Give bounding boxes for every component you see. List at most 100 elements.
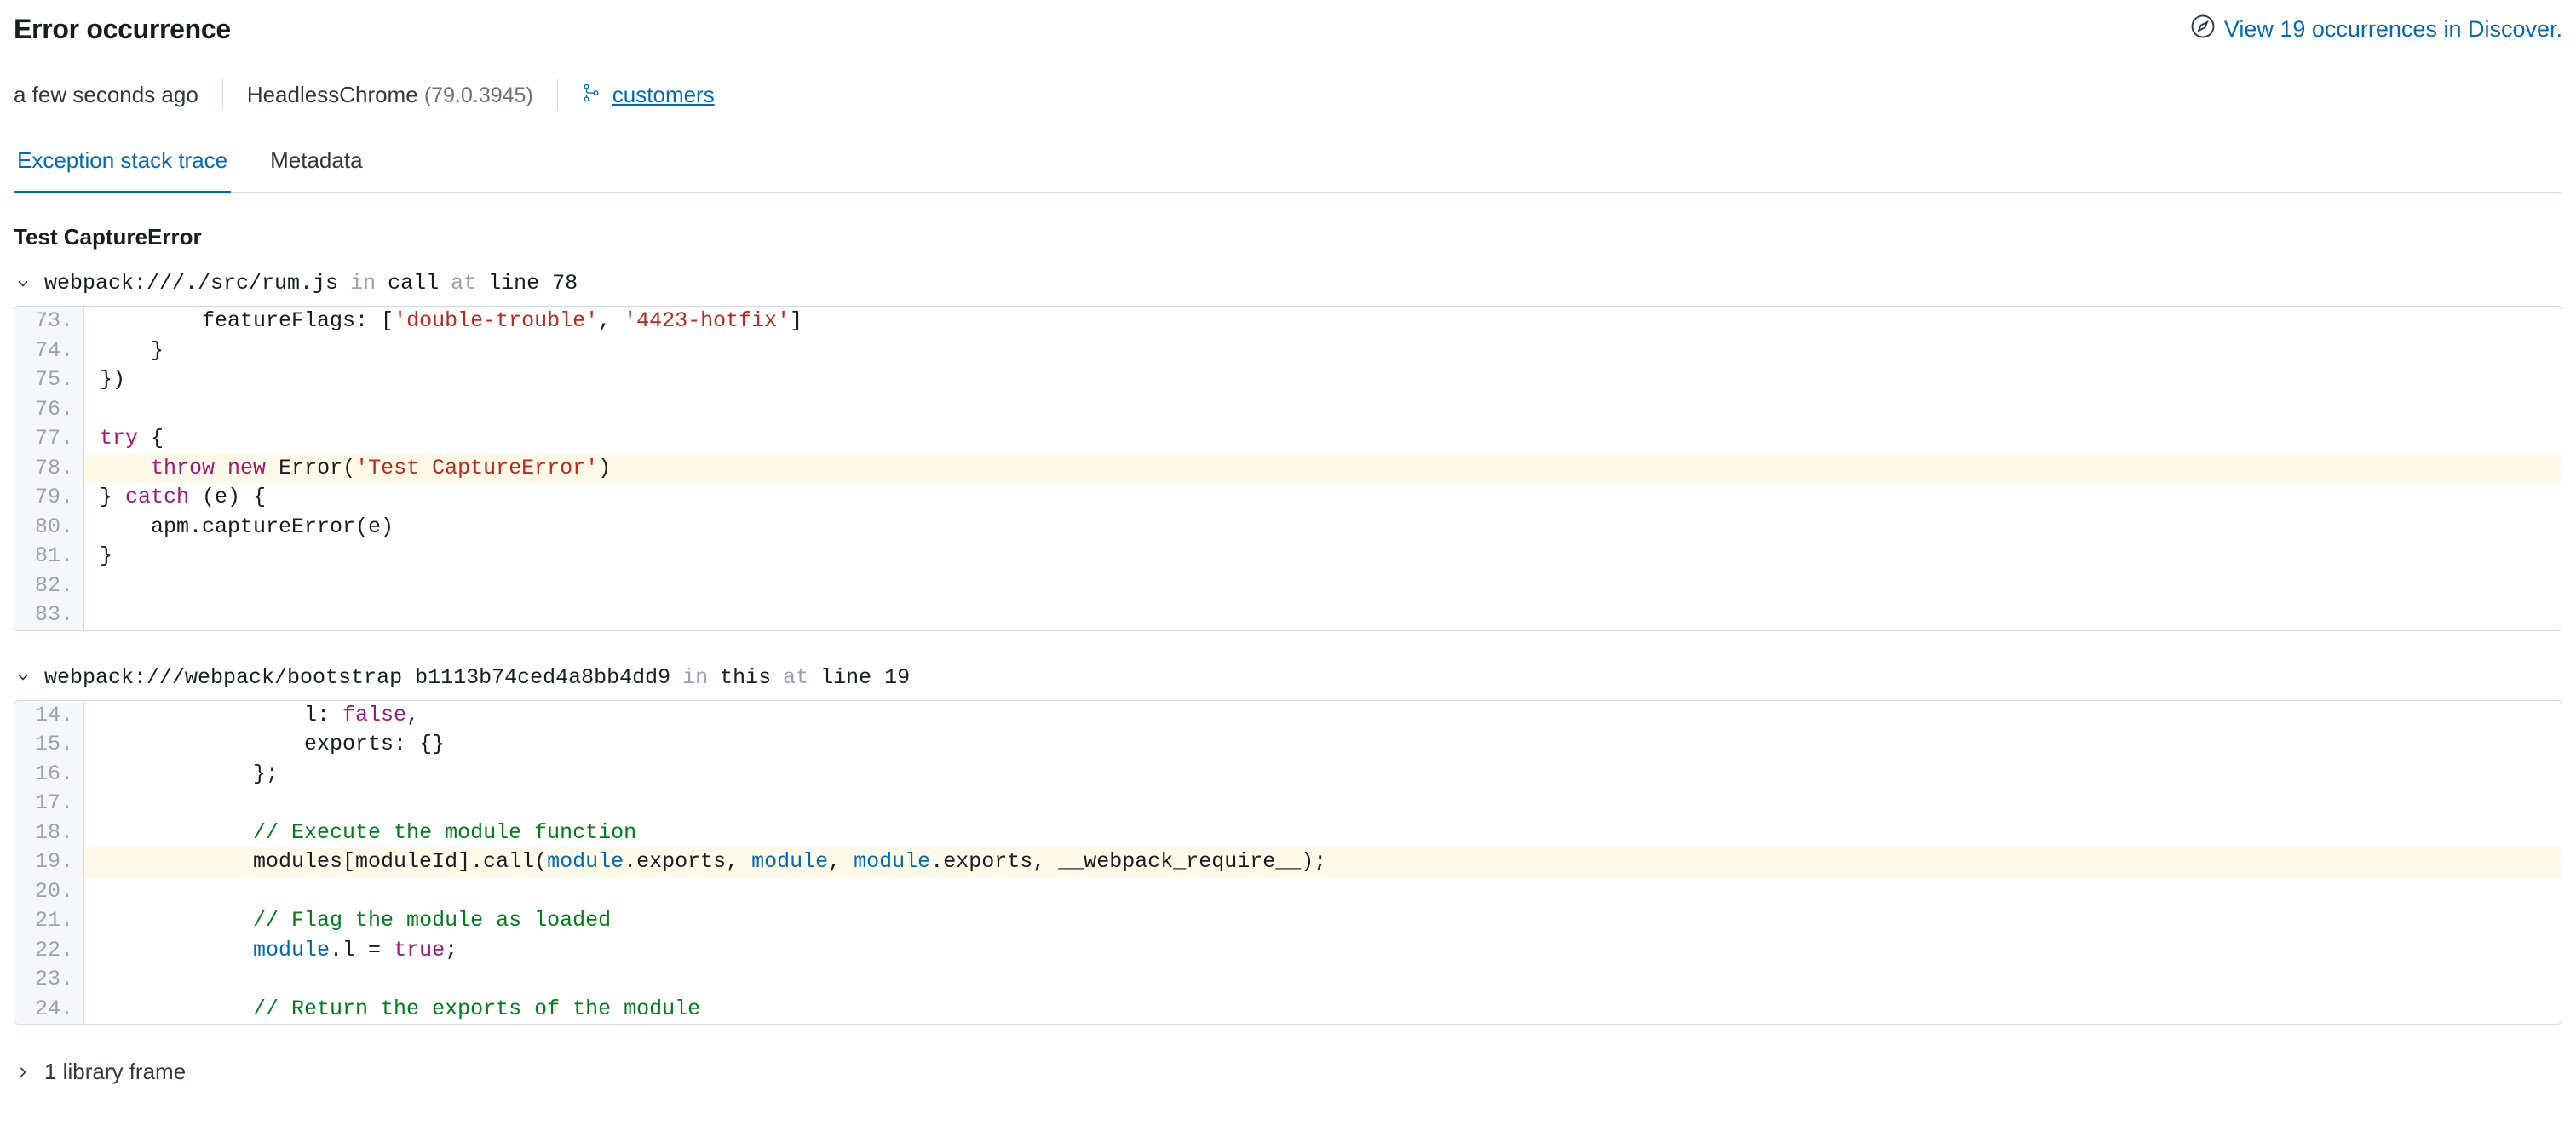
frame-line-word: line 78 <box>488 271 578 296</box>
line-number: 17. <box>14 789 84 818</box>
stack-frame-header[interactable]: webpack:///webpack/bootstrap b1113b74ced… <box>14 665 2562 690</box>
line-number: 75. <box>14 365 84 395</box>
code-content: }; <box>84 760 279 790</box>
compass-icon <box>2190 14 2216 45</box>
code-line: 83. <box>14 600 2562 630</box>
merge-icon <box>582 82 601 108</box>
code-line: 21. // Flag the module as loaded <box>14 906 2562 936</box>
code-content <box>84 965 100 995</box>
service-link[interactable]: customers <box>582 82 715 108</box>
frame-in-word: in <box>682 665 708 690</box>
code-line: 19. modules[moduleId].call(module.export… <box>14 847 2562 877</box>
code-content: modules[moduleId].call(module.exports, m… <box>84 847 1326 877</box>
code-content: l: false, <box>84 701 419 731</box>
line-number: 83. <box>14 600 84 630</box>
line-number: 20. <box>14 877 84 907</box>
line-number: 14. <box>14 701 84 731</box>
line-number: 24. <box>14 995 84 1025</box>
tab-exception-stack-trace[interactable]: Exception stack trace <box>14 147 231 193</box>
code-line: 79.} catch (e) { <box>14 483 2562 513</box>
code-content <box>84 395 100 425</box>
code-content: // Execute the module function <box>84 818 636 848</box>
code-content: // Return the exports of the module <box>84 995 700 1025</box>
code-line: 17. <box>14 789 2562 818</box>
browser-name: HeadlessChrome <box>247 82 418 107</box>
code-block: 14. l: false,15. exports: {}16. };17.18.… <box>14 700 2562 1025</box>
line-number: 22. <box>14 936 84 966</box>
tab-metadata[interactable]: Metadata <box>267 147 365 192</box>
code-content: }) <box>84 365 125 395</box>
frame-in-word: in <box>350 271 376 296</box>
meta-divider <box>222 79 223 110</box>
tabs: Exception stack trace Metadata <box>14 147 2562 193</box>
line-number: 18. <box>14 818 84 848</box>
code-content: throw new Error('Test CaptureError') <box>84 454 611 484</box>
code-line: 81.} <box>14 542 2562 572</box>
library-frame-label: 1 library frame <box>44 1059 186 1085</box>
code-line: 22. module.l = true; <box>14 936 2562 966</box>
code-line: 80. apm.captureError(e) <box>14 513 2562 543</box>
discover-link[interactable]: View 19 occurrences in Discover. <box>2190 14 2562 45</box>
line-number: 21. <box>14 906 84 936</box>
code-content: } <box>84 542 112 572</box>
frame-file: webpack:///webpack/bootstrap b1113b74ced… <box>44 665 670 690</box>
line-number: 81. <box>14 542 84 572</box>
browser-info: HeadlessChrome (79.0.3945) <box>247 82 533 108</box>
line-number: 79. <box>14 483 84 513</box>
code-line: 15. exports: {} <box>14 730 2562 760</box>
chevron-down-icon <box>14 668 32 686</box>
code-line: 73. featureFlags: ['double-trouble', '44… <box>14 307 2562 336</box>
chevron-right-icon <box>14 1063 32 1082</box>
library-frame-toggle[interactable]: 1 library frame <box>14 1059 2562 1085</box>
frame-function: call <box>388 271 439 296</box>
code-line: 75.}) <box>14 365 2562 395</box>
code-line: 76. <box>14 395 2562 425</box>
code-content: try { <box>84 424 164 454</box>
line-number: 23. <box>14 965 84 995</box>
code-line: 18. // Execute the module function <box>14 818 2562 848</box>
code-content: featureFlags: ['double-trouble', '4423-h… <box>84 307 802 336</box>
browser-version: (79.0.3945) <box>424 83 533 107</box>
line-number: 80. <box>14 513 84 543</box>
code-line: 74. } <box>14 336 2562 366</box>
code-content <box>84 572 100 601</box>
line-number: 74. <box>14 336 84 366</box>
line-number: 19. <box>14 847 84 877</box>
code-content: apm.captureError(e) <box>84 513 394 543</box>
code-content: exports: {} <box>84 730 445 760</box>
code-line: 78. throw new Error('Test CaptureError') <box>14 454 2562 484</box>
code-content <box>84 877 100 907</box>
line-number: 77. <box>14 424 84 454</box>
page-title: Error occurrence <box>14 14 231 45</box>
code-line: 14. l: false, <box>14 701 2562 731</box>
frame-line-word: line 19 <box>820 665 910 690</box>
code-content <box>84 789 100 818</box>
code-line: 24. // Return the exports of the module <box>14 995 2562 1025</box>
chevron-down-icon <box>14 274 32 293</box>
code-content <box>84 600 100 630</box>
timestamp-text: a few seconds ago <box>14 82 198 108</box>
line-number: 73. <box>14 307 84 336</box>
frame-at-word: at <box>451 271 476 296</box>
code-content: module.l = true; <box>84 936 457 966</box>
frame-at-word: at <box>783 665 808 690</box>
discover-link-text: View 19 occurrences in Discover. <box>2224 16 2562 43</box>
line-number: 82. <box>14 572 84 601</box>
code-block: 73. featureFlags: ['double-trouble', '44… <box>14 306 2562 631</box>
code-content: } <box>84 336 164 366</box>
code-line: 82. <box>14 572 2562 601</box>
line-number: 76. <box>14 395 84 425</box>
stack-frame-header[interactable]: webpack:///./src/rum.js in call at line … <box>14 271 2562 296</box>
service-name: customers <box>612 82 715 108</box>
frame-function: this <box>720 665 771 690</box>
code-line: 20. <box>14 877 2562 907</box>
meta-row: a few seconds ago HeadlessChrome (79.0.3… <box>14 79 2562 110</box>
meta-divider <box>557 79 558 110</box>
frame-file: webpack:///./src/rum.js <box>44 271 338 296</box>
code-content: // Flag the module as loaded <box>84 906 611 936</box>
code-content: } catch (e) { <box>84 483 266 513</box>
code-line: 23. <box>14 965 2562 995</box>
line-number: 78. <box>14 454 84 484</box>
line-number: 16. <box>14 760 84 790</box>
code-line: 77.try { <box>14 424 2562 454</box>
